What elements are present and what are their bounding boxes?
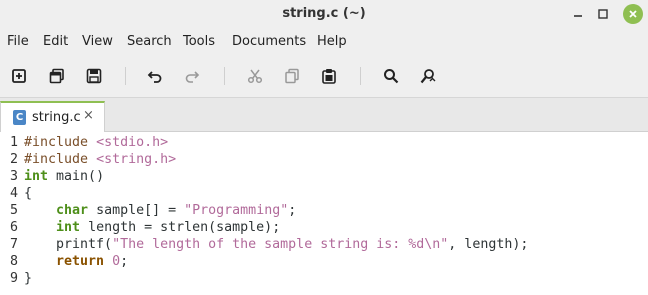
undo-icon xyxy=(147,71,162,83)
code-line[interactable]: 6 int length = strlen(sample); xyxy=(0,219,648,236)
tab-string-c[interactable]: C string.c × xyxy=(0,101,105,132)
menu-search[interactable]: Search xyxy=(127,34,172,49)
line-number: 9 xyxy=(9,271,18,286)
menu-file[interactable]: File xyxy=(7,34,29,49)
search-button[interactable] xyxy=(381,66,401,86)
menu-tools[interactable]: Tools xyxy=(183,34,215,49)
toolbar-separator xyxy=(360,67,361,85)
line-number: 5 xyxy=(9,203,18,218)
cut-icon xyxy=(247,69,263,84)
tab-label: string.c xyxy=(32,110,81,125)
replace-icon xyxy=(420,69,436,84)
code-text[interactable]: printf("The length of the sample string … xyxy=(24,236,528,253)
paste-button[interactable] xyxy=(319,66,339,86)
code-line[interactable]: 4{ xyxy=(0,185,648,202)
close-window-button[interactable] xyxy=(623,4,643,24)
code-line[interactable]: 5 char sample[] = "Programming"; xyxy=(0,202,648,219)
paste-icon xyxy=(322,69,336,84)
new-window-icon xyxy=(49,68,64,84)
close-icon xyxy=(629,10,637,18)
code-line[interactable]: 1 #include <stdio.h> xyxy=(0,134,648,151)
toolbar-separator xyxy=(125,67,126,85)
new-document-icon xyxy=(12,69,26,83)
code-line[interactable]: 3 int main() xyxy=(0,168,648,185)
code-text[interactable]: { xyxy=(24,185,32,202)
minimize-icon xyxy=(574,15,582,17)
replace-button[interactable] xyxy=(418,66,438,86)
code-line[interactable]: 7 printf("The length of the sample strin… xyxy=(0,236,648,253)
new-document-button[interactable] xyxy=(9,66,29,86)
redo-button[interactable] xyxy=(182,66,202,86)
copy-button[interactable] xyxy=(282,66,302,86)
menu-view[interactable]: View xyxy=(82,34,113,49)
maximize-icon xyxy=(598,9,608,19)
save-button[interactable] xyxy=(84,66,104,86)
tab-close-button[interactable]: × xyxy=(83,108,94,123)
toolbar xyxy=(0,56,648,98)
minimize-button[interactable] xyxy=(568,4,588,24)
menu-help[interactable]: Help xyxy=(317,34,347,49)
line-number: 6 xyxy=(9,220,18,235)
line-number: 2 xyxy=(9,152,18,167)
code-text[interactable]: } xyxy=(24,270,32,287)
code-text[interactable]: int length = strlen(sample); xyxy=(24,219,280,236)
search-icon xyxy=(384,69,399,84)
line-number: 1 xyxy=(9,135,18,150)
window-title: string.c (~) xyxy=(282,6,366,21)
redo-icon xyxy=(185,71,200,83)
title-bar: string.c (~) xyxy=(0,0,648,29)
copy-icon xyxy=(285,68,299,84)
code-line[interactable]: 8 return 0; xyxy=(0,253,648,270)
toolbar-separator xyxy=(224,67,225,85)
code-text[interactable]: int main() xyxy=(24,168,104,185)
code-text[interactable]: #include <string.h> xyxy=(24,151,176,168)
code-line[interactable]: 9} xyxy=(0,270,648,287)
code-editor[interactable]: 1 #include <stdio.h> 2 #include <string.h> 3… xyxy=(0,132,648,295)
maximize-button[interactable] xyxy=(593,4,613,24)
line-number: 4 xyxy=(9,186,18,201)
code-line[interactable]: 2 #include <string.h> xyxy=(0,151,648,168)
line-number: 7 xyxy=(9,237,18,252)
menu-bar: File Edit View Search Tools Documents He… xyxy=(0,29,648,56)
line-number: 3 xyxy=(9,169,18,184)
code-text[interactable]: return 0; xyxy=(24,253,128,270)
cut-button[interactable] xyxy=(245,66,265,86)
code-text[interactable]: #include <stdio.h> xyxy=(24,134,168,151)
line-number: 8 xyxy=(9,254,18,269)
menu-edit[interactable]: Edit xyxy=(43,34,68,49)
new-window-button[interactable] xyxy=(47,66,67,86)
menu-documents[interactable]: Documents xyxy=(232,34,306,49)
code-text[interactable]: char sample[] = "Programming"; xyxy=(24,202,296,219)
undo-button[interactable] xyxy=(145,66,165,86)
save-icon xyxy=(86,68,102,84)
tab-bar: C string.c × xyxy=(0,98,648,132)
c-file-icon: C xyxy=(13,110,26,125)
